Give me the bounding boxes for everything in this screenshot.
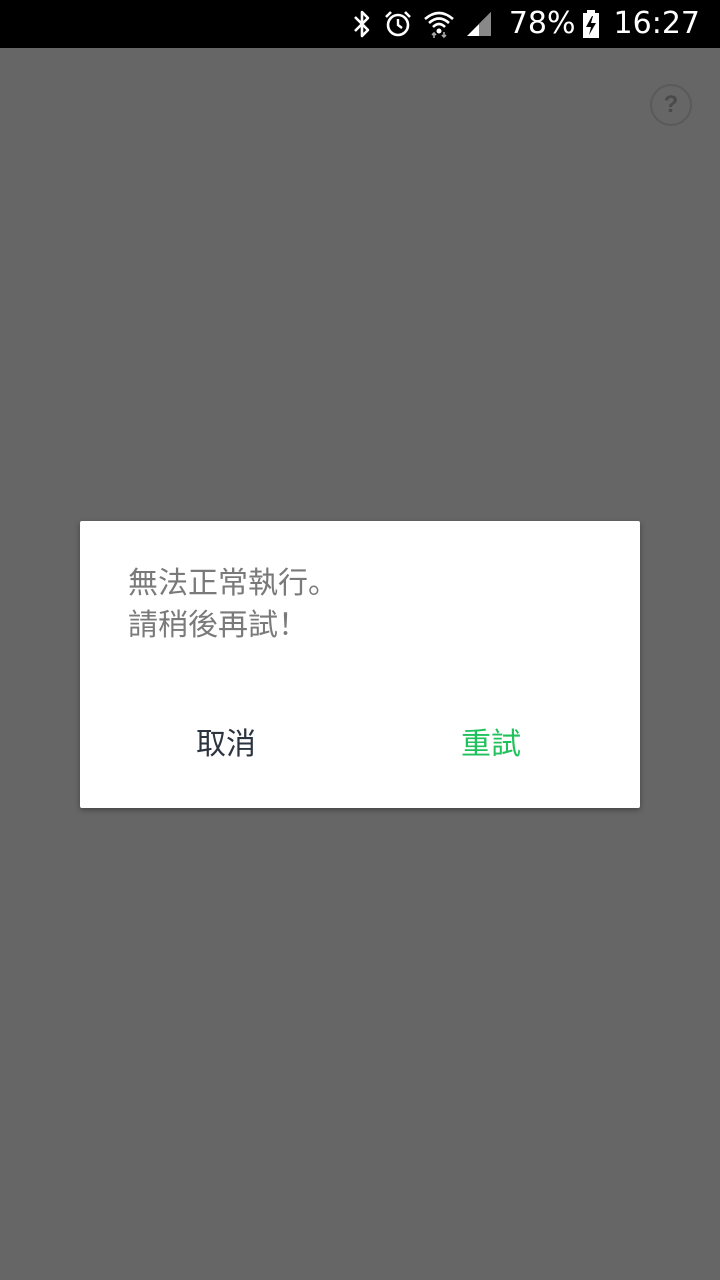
- wifi-icon: [423, 9, 455, 39]
- signal-icon: [465, 10, 493, 38]
- battery-charging-icon: [582, 9, 600, 39]
- alarm-icon: [383, 9, 413, 39]
- retry-button[interactable]: 重試: [453, 721, 529, 769]
- bluetooth-icon: [351, 9, 373, 39]
- cancel-button[interactable]: 取消: [188, 721, 264, 769]
- help-button[interactable]: ?: [650, 84, 692, 126]
- dialog-message: 無法正常執行。 請稍後再試！: [128, 566, 338, 643]
- status-bar: 78% 16:27: [0, 0, 720, 48]
- battery-percent: 78%: [508, 6, 576, 41]
- help-icon: ?: [663, 91, 679, 118]
- error-dialog: 無法正常執行。 請稍後再試！ 取消 重試: [80, 521, 640, 808]
- clock: 16:27: [613, 6, 700, 41]
